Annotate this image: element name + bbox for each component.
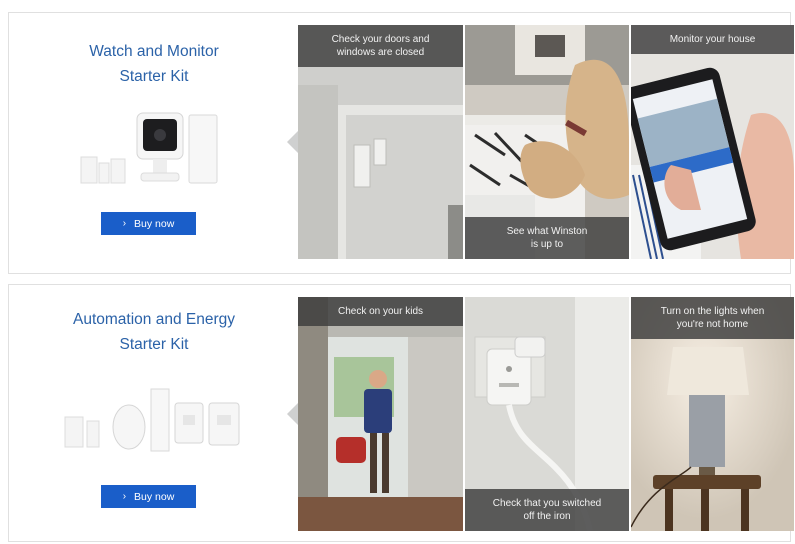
tile-caption: Turn on the lights when you're not home (631, 297, 794, 339)
feature-tiles: Check on your kids Check that you switch… (287, 297, 794, 531)
kit-info: Automation and Energy Starter Kit › Buy … (9, 285, 299, 541)
kit-info: Watch and Monitor Starter Kit › Buy now (9, 13, 299, 273)
kit-title: Automation and Energy Starter Kit (73, 311, 235, 353)
feature-tile-lights[interactable]: Turn on the lights when you're not home (631, 297, 794, 531)
feature-tile-dog[interactable]: See what Winston is up to (465, 25, 629, 259)
camera-kit-product-image (80, 112, 218, 184)
tile-caption: Check on your kids (298, 297, 463, 326)
buy-now-label: Buy now (134, 490, 175, 503)
kit-card-automation-energy: Automation and Energy Starter Kit › Buy … (8, 284, 794, 542)
feature-tile-kids[interactable]: Check on your kids (298, 297, 463, 531)
tile-caption: Check your doors and windows are closed (298, 25, 463, 67)
buy-now-label: Buy now (134, 217, 175, 230)
chevron-right-icon: › (122, 491, 127, 502)
buy-now-button[interactable]: › Buy now (101, 485, 196, 508)
tile-caption: See what Winston is up to (465, 217, 629, 259)
kit-card-watch-monitor: Watch and Monitor Starter Kit › Buy now (8, 12, 794, 274)
kit-title: Watch and Monitor Starter Kit (89, 43, 219, 85)
tile-caption: Monitor your house (631, 25, 794, 54)
feature-tile-iron[interactable]: Check that you switched off the iron (465, 297, 629, 531)
tile-caption: Check that you switched off the iron (465, 489, 629, 531)
chevron-right-icon: › (122, 218, 127, 229)
feature-tiles: Check your doors and windows are closed (287, 25, 794, 259)
child-doorway-photo (298, 297, 463, 531)
feature-tile-door[interactable]: Check your doors and windows are closed (298, 25, 463, 259)
buy-now-button[interactable]: › Buy now (101, 212, 196, 235)
automation-kit-product-image (64, 388, 240, 452)
feature-tile-phone[interactable]: Monitor your house (631, 25, 794, 259)
phone-app-photo (631, 25, 794, 259)
